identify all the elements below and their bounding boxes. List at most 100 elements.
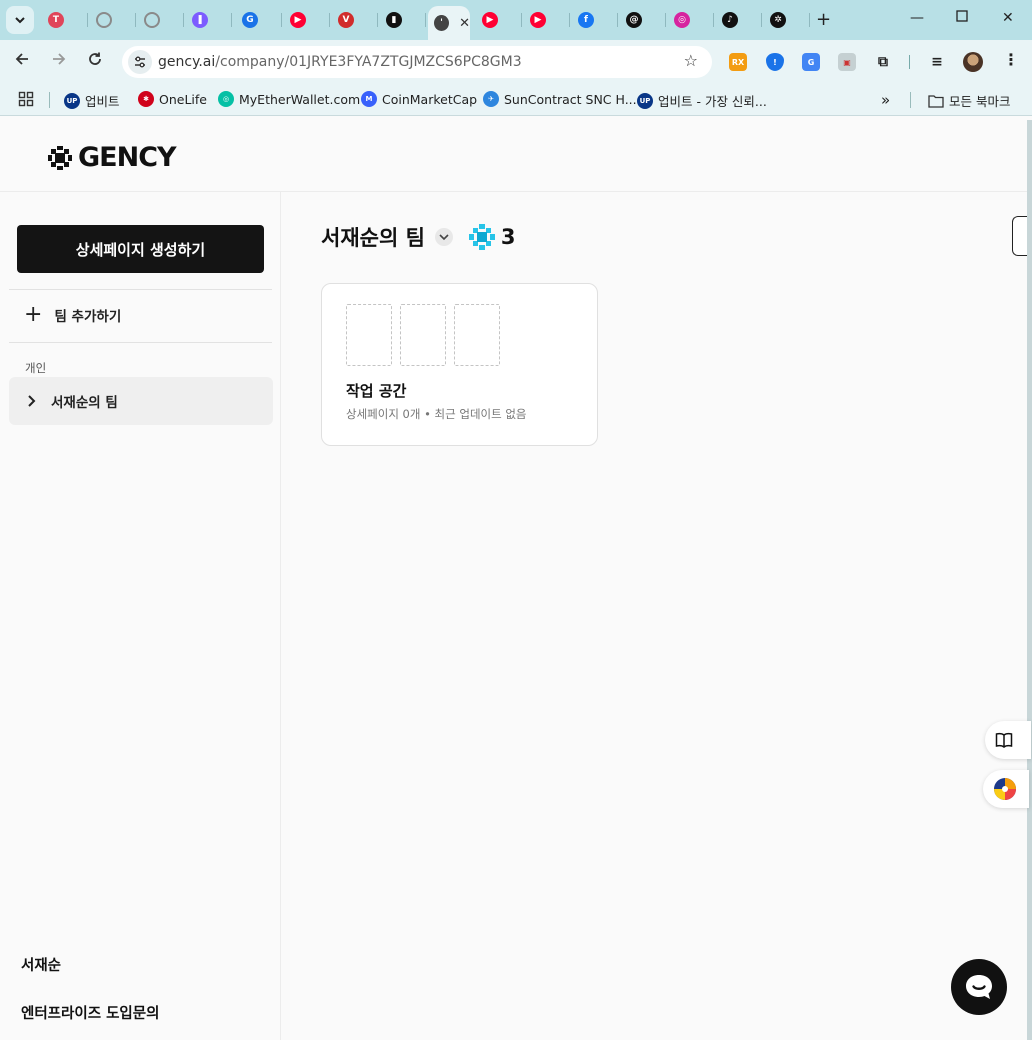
tab-separator (281, 13, 282, 27)
all-bookmarks-label: 모든 북마크 (949, 94, 1011, 109)
site-info-icon[interactable] (128, 50, 152, 74)
bookmark-item[interactable]: M CoinMarketCap (361, 91, 477, 107)
user-name[interactable]: 서재순 (21, 954, 61, 975)
close-window-button[interactable]: ✕ (1002, 10, 1014, 26)
browser-tab[interactable] (90, 6, 136, 34)
reload-button[interactable] (87, 51, 103, 72)
address-bar[interactable]: gency.ai/company/01JRYE3FYA7ZTGJMZCS6PC8… (122, 46, 712, 78)
bookmark-item[interactable]: UP 업비트 (64, 91, 120, 110)
tab-separator (329, 13, 330, 27)
profile-avatar[interactable] (963, 52, 983, 72)
extension-screen-icon[interactable]: ▣ (838, 53, 856, 71)
credit-indicator: 3 (468, 224, 516, 250)
tab-separator (665, 13, 666, 27)
tab-favicon-icon: ✲ (770, 12, 786, 28)
bookmark-favicon-icon: M (361, 91, 377, 107)
extension-rx-icon[interactable]: RX (729, 53, 747, 71)
bookmark-favicon-icon: ✈ (483, 91, 499, 107)
plus-icon: + (24, 302, 43, 327)
browser-tab[interactable]: ❚ (186, 6, 232, 34)
all-bookmarks-button[interactable]: 모든 북마크 (928, 91, 1010, 110)
bookmark-item[interactable]: UP 업비트 - 가장 신뢰... (637, 91, 767, 110)
browser-tab[interactable]: ✲ (764, 6, 810, 34)
media-control-icon[interactable]: ≡ (928, 53, 946, 71)
browser-tab[interactable]: ▮ (380, 6, 426, 34)
bookmark-item[interactable]: ✱ OneLife (138, 91, 207, 107)
chat-bubble-icon (966, 975, 992, 999)
arrow-left-icon (15, 53, 28, 65)
tab-search-button[interactable] (6, 6, 34, 34)
new-tab-button[interactable]: + (816, 9, 831, 30)
gency-app: GENCY 상세페이지 생성하기 + 팀 추가하기 개인 서재순의 팀 서재순 … (0, 120, 1032, 1040)
section-label-personal: 개인 (25, 361, 47, 375)
bookmark-star-icon[interactable]: ☆ (684, 51, 698, 70)
tab-separator (377, 13, 378, 27)
bookmarks-divider (49, 92, 50, 108)
bookmark-item[interactable]: ◎ MyEtherWallet.com (218, 91, 360, 107)
browser-tab[interactable] (138, 6, 184, 34)
extension-shield-icon[interactable]: ! (766, 53, 784, 71)
chevron-down-icon (439, 234, 449, 241)
color-palette-button[interactable] (983, 770, 1029, 808)
browser-tab[interactable]: @ (620, 6, 666, 34)
tab-favicon-icon: @ (626, 12, 642, 28)
bookmarks-overflow-button[interactable]: » (881, 91, 890, 109)
page-scrollbar[interactable] (1027, 120, 1032, 1040)
url-text[interactable]: gency.ai/company/01JRYE3FYA7ZTGJMZCS6PC8… (158, 54, 522, 70)
bookmarks-divider-2 (910, 92, 911, 108)
tab-favicon-icon: ◎ (674, 12, 690, 28)
minimize-button[interactable]: — (910, 10, 924, 26)
browser-tab[interactable]: ◎ (668, 6, 714, 34)
workspace-card[interactable]: 작업 공간 상세페이지 0개 • 최근 업데이트 없음 (321, 283, 598, 446)
sidebar-item-team-label: 서재순의 팀 (51, 395, 118, 411)
translate-icon[interactable]: G (802, 53, 820, 71)
bookmark-item[interactable]: ✈ SunContract SNC H... (483, 91, 637, 107)
extensions-puzzle-icon[interactable]: ⧉ (874, 53, 892, 71)
url-host: gency.ai (158, 54, 216, 70)
apps-grid-icon[interactable] (18, 91, 34, 107)
back-button[interactable] (14, 51, 30, 72)
tab-separator (425, 13, 426, 27)
forward-button[interactable] (51, 51, 67, 72)
bookmark-label: MyEtherWallet.com (239, 91, 361, 107)
chevron-right-icon (28, 395, 36, 407)
bookmark-favicon-icon: UP (637, 92, 653, 109)
toolbar-divider (909, 55, 910, 69)
arrow-right-icon (53, 53, 66, 65)
browser-tab[interactable]: ▶ (524, 6, 570, 34)
create-detail-page-button[interactable]: 상세페이지 생성하기 (17, 225, 264, 273)
browser-menu-icon[interactable]: ⋮ (1003, 50, 1019, 69)
close-tab-icon[interactable]: ✕ (459, 16, 470, 31)
tab-separator (761, 13, 762, 27)
gency-logo[interactable]: GENCY (48, 142, 177, 173)
browser-tab[interactable]: ♪ (716, 6, 762, 34)
browser-tab[interactable]: ▶ (284, 6, 330, 34)
credit-count: 3 (500, 225, 516, 249)
team-title-row: 서재순의 팀 3 (321, 222, 516, 252)
tab-favicon-icon: T (48, 12, 64, 28)
tab-separator (183, 13, 184, 27)
browser-tab[interactable]: ▶ (476, 6, 522, 34)
add-team-button[interactable]: + 팀 추가하기 (24, 302, 121, 327)
sidebar: 상세페이지 생성하기 + 팀 추가하기 개인 서재순의 팀 서재순 엔터프라이즈… (0, 192, 281, 1040)
tab-favicon-icon (144, 12, 160, 28)
guide-book-button[interactable] (985, 721, 1031, 759)
tab-favicon-icon: ' (434, 15, 450, 31)
thumbnail-placeholder (454, 304, 500, 366)
workspace-meta: 상세페이지 0개 • 최근 업데이트 없음 (346, 407, 527, 421)
sidebar-item-team[interactable]: 서재순의 팀 (9, 377, 273, 425)
tab-favicon-icon: V (338, 12, 354, 28)
browser-tab-strip: T ❚ G ▶ V ▮ ' ✕ ▶ ▶ f @ ◎ ♪ ✲ + — ✕ (0, 0, 1032, 40)
team-dropdown-button[interactable] (434, 228, 453, 246)
gency-logo-mark-icon (48, 145, 72, 170)
browser-tab[interactable]: G (236, 6, 282, 34)
enterprise-inquiry-link[interactable]: 엔터프라이즈 도입문의 (21, 1002, 159, 1023)
sidebar-divider-2 (9, 342, 272, 343)
browser-tab[interactable]: T (42, 6, 88, 34)
tab-active[interactable]: ' ✕ (428, 6, 470, 40)
chat-support-button[interactable] (951, 959, 1007, 1015)
browser-tab[interactable]: V (332, 6, 378, 34)
tab-favicon-icon (96, 12, 112, 28)
maximize-button[interactable] (956, 10, 968, 26)
browser-tab[interactable]: f (572, 6, 618, 34)
